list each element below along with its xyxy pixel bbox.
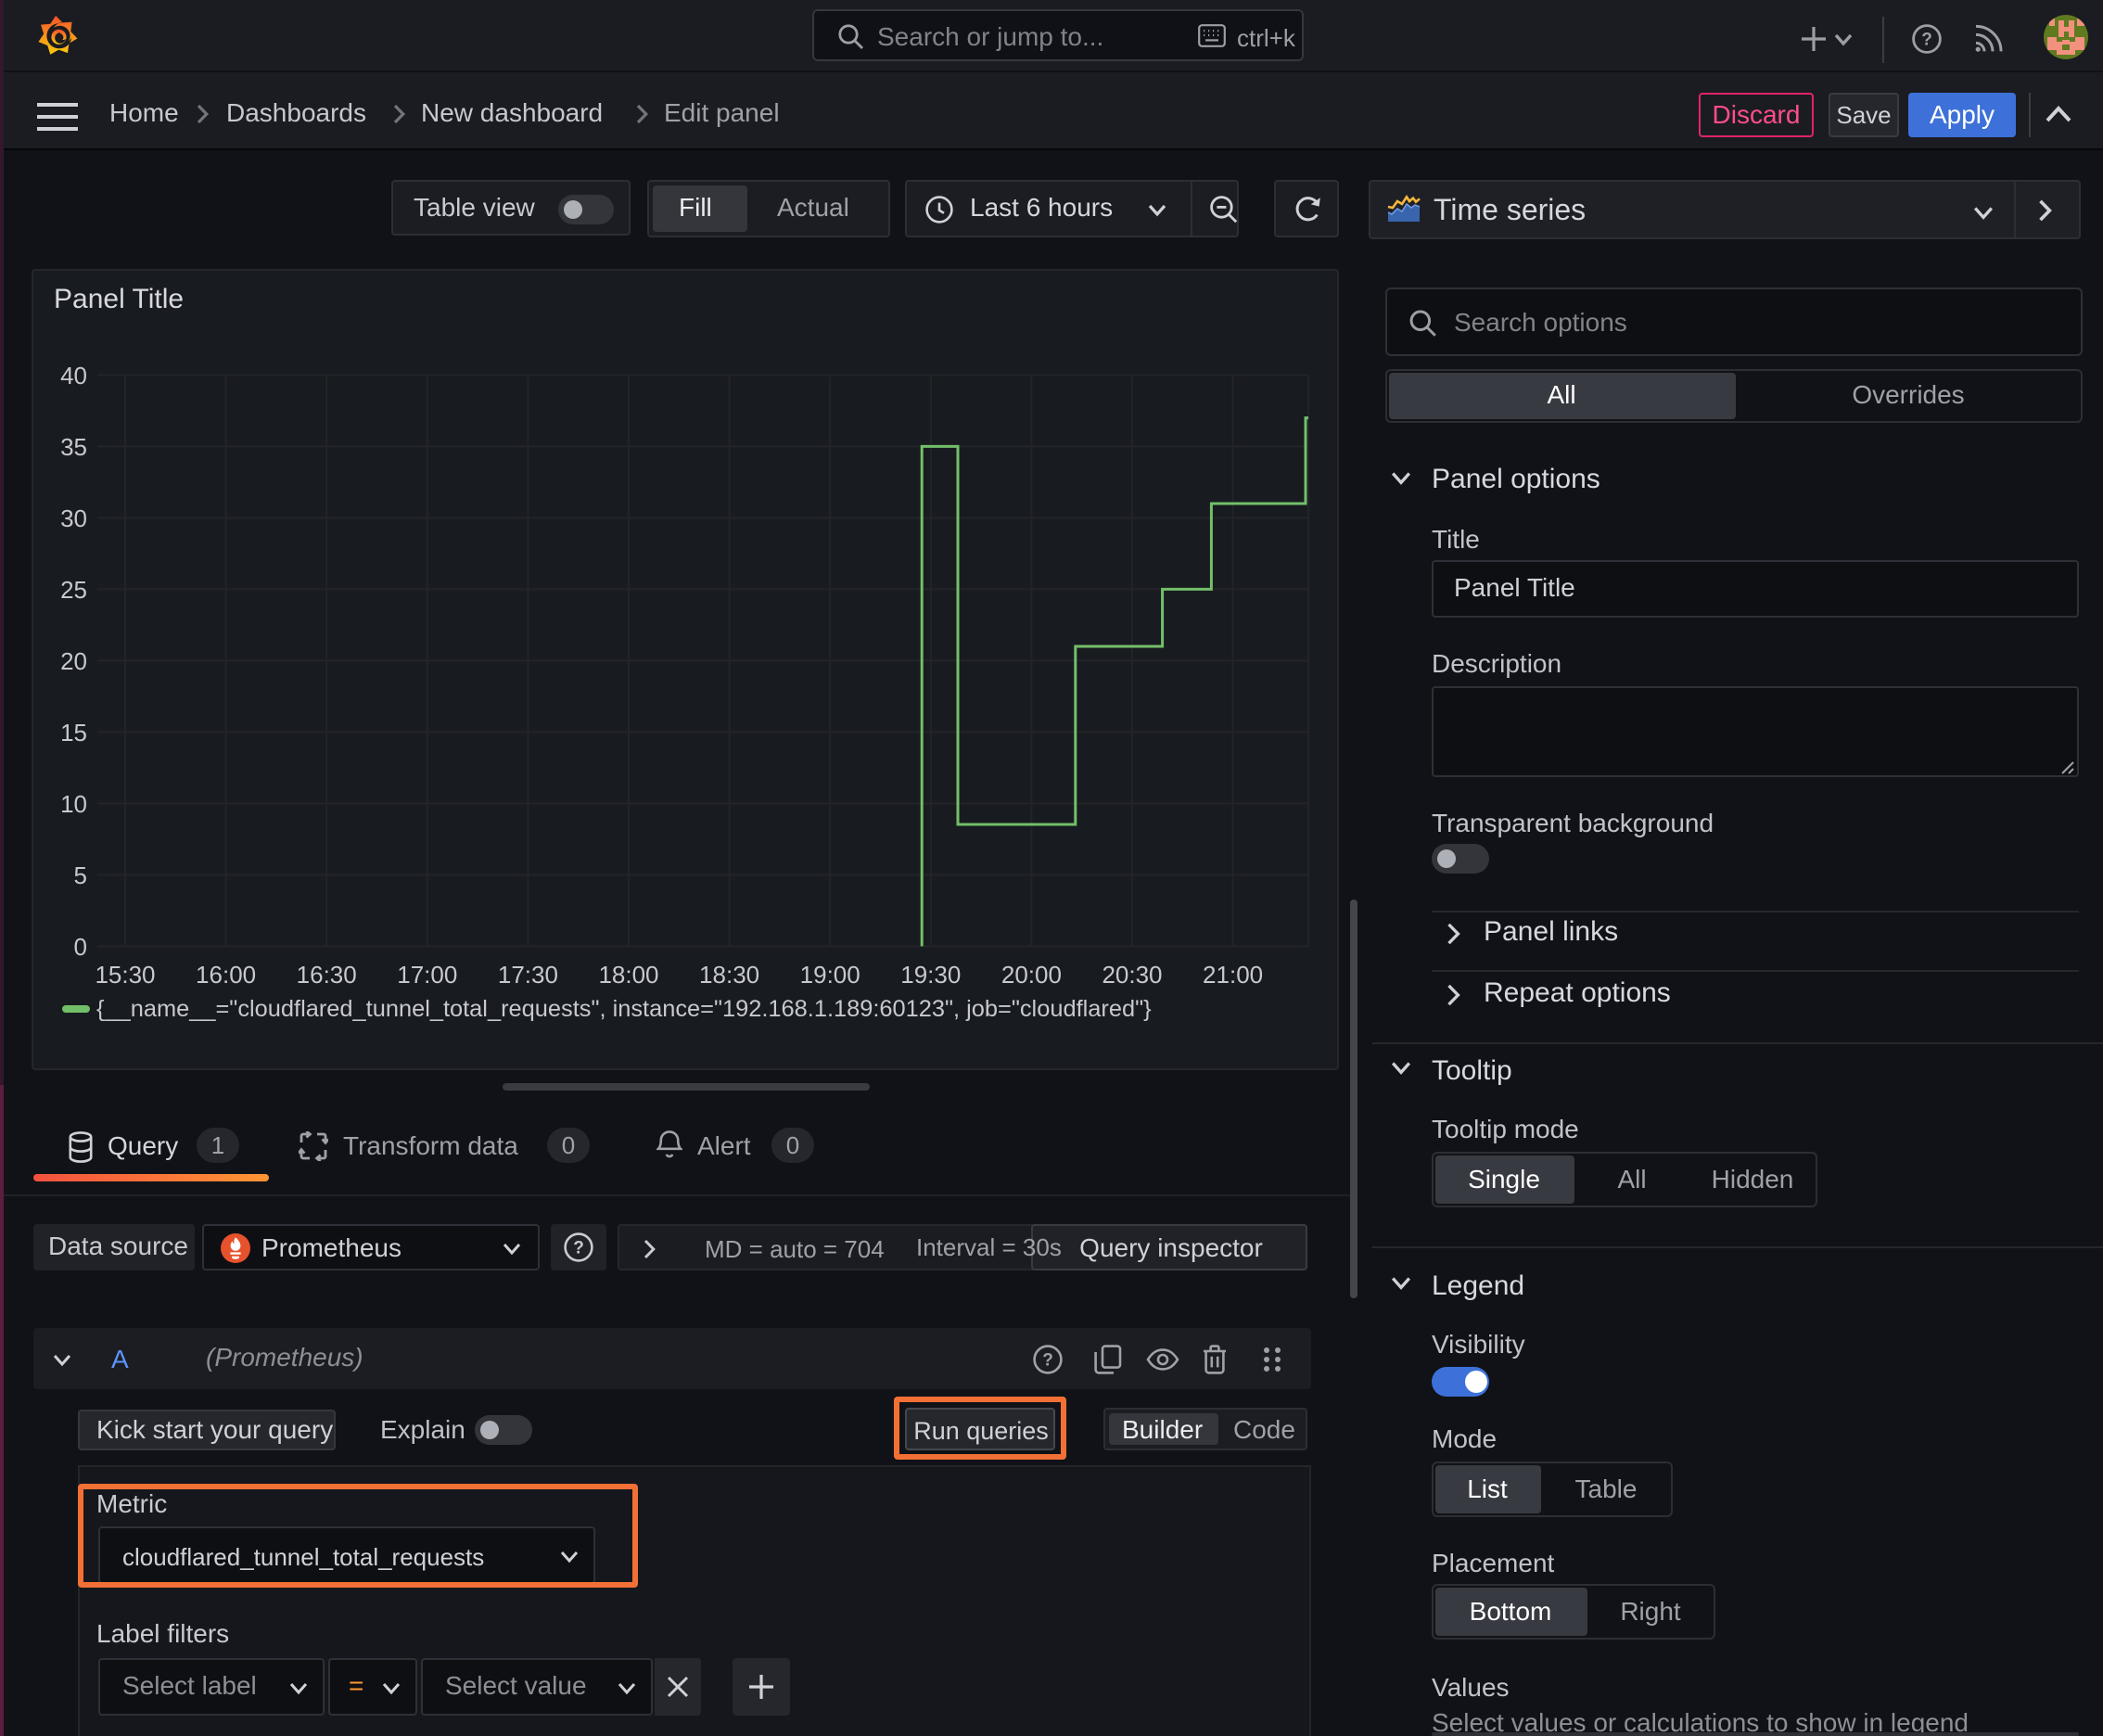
svg-text:15:30: 15:30	[95, 961, 155, 989]
svg-text:35: 35	[60, 433, 87, 461]
svg-text:20:00: 20:00	[1001, 961, 1062, 989]
svg-text:10: 10	[60, 790, 87, 818]
svg-text:{__name__="cloudflared_tunnel_: {__name__="cloudflared_tunnel_total_requ…	[96, 996, 1152, 1022]
svg-text:17:00: 17:00	[397, 961, 457, 989]
svg-text:16:00: 16:00	[196, 961, 256, 989]
svg-text:0: 0	[74, 933, 87, 961]
svg-text:?: ?	[1921, 30, 1932, 49]
svg-text:40: 40	[60, 362, 87, 389]
svg-text:21:00: 21:00	[1203, 961, 1263, 989]
svg-text:17:30: 17:30	[498, 961, 558, 989]
svg-text:15: 15	[60, 719, 87, 747]
svg-text:?: ?	[573, 1238, 584, 1257]
svg-text:16:30: 16:30	[297, 961, 357, 989]
svg-text:19:30: 19:30	[900, 961, 961, 989]
svg-text:30: 30	[60, 504, 87, 532]
svg-text:18:30: 18:30	[699, 961, 759, 989]
svg-text:19:00: 19:00	[800, 961, 860, 989]
svg-text:18:00: 18:00	[598, 961, 658, 989]
svg-text:5: 5	[74, 862, 87, 889]
svg-text:20:30: 20:30	[1102, 961, 1162, 989]
svg-text:20: 20	[60, 647, 87, 675]
svg-text:?: ?	[1042, 1350, 1053, 1370]
svg-text:25: 25	[60, 576, 87, 604]
